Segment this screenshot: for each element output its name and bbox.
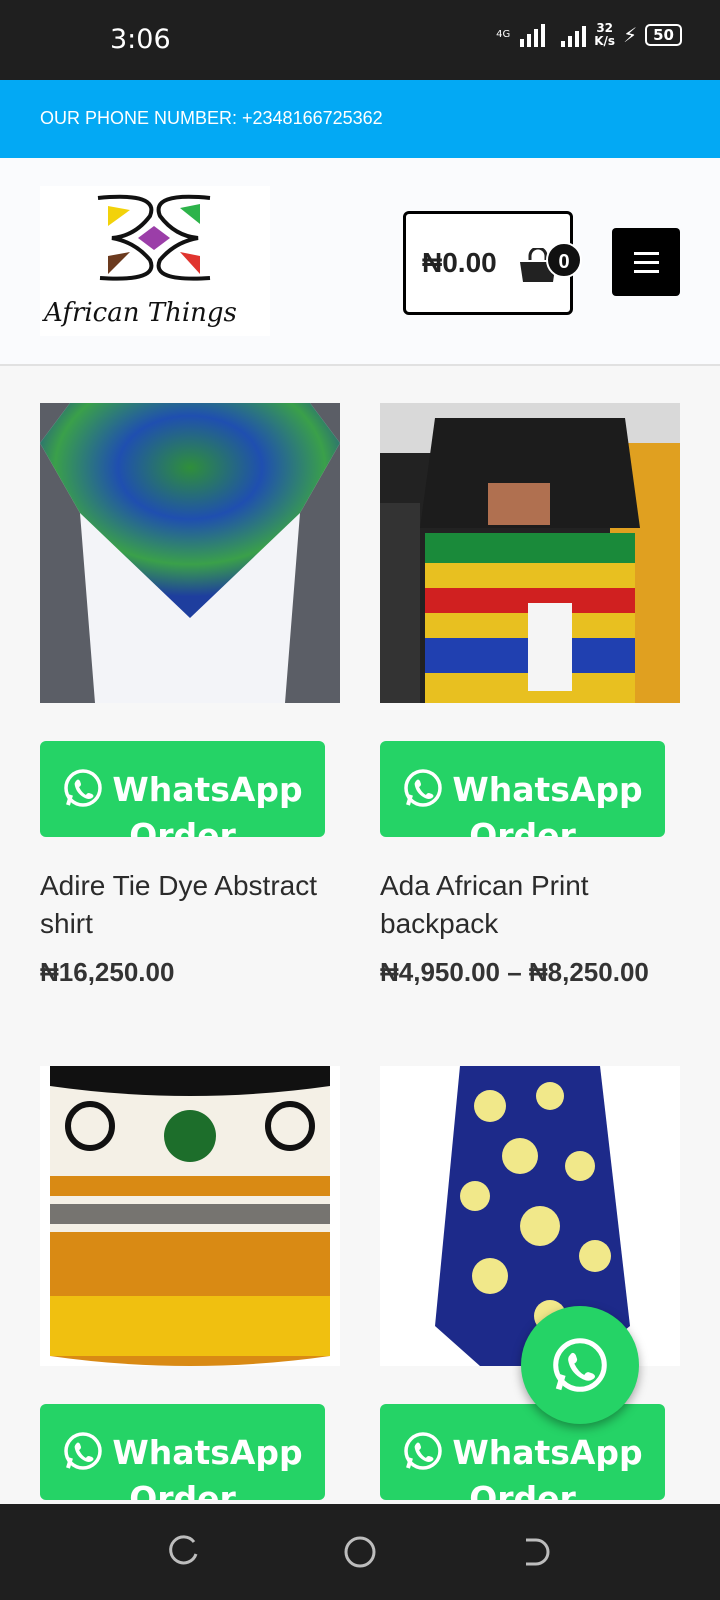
home-icon[interactable] [342,1534,378,1570]
status-icons: 4G 32 K/s ⚡ 50 [496,22,682,48]
network-type: 4G [496,29,511,40]
logo-emblem [97,194,211,281]
phone-bar: OUR PHONE NUMBER: +2348166725362 [0,80,720,158]
whatsapp-icon [64,768,103,807]
product-card: WhatsApp Order [40,1066,340,1500]
phone-number-text[interactable]: OUR PHONE NUMBER: +2348166725362 [40,108,383,129]
hamburger-menu-icon [634,252,659,255]
product-title[interactable]: Ada African Print backpack [380,867,680,943]
back-icon[interactable] [518,1534,554,1570]
signal-icon [520,23,546,47]
product-image-tie-dye-shirt[interactable] [40,403,340,703]
signal-2-icon [561,23,587,47]
product-card: WhatsApp Order [380,1066,680,1500]
cart-amount: ₦0.00 [422,247,497,278]
system-nav-bar [0,1504,720,1600]
battery-level: 50 [645,24,682,46]
cart-button[interactable]: ₦0.00 0 [403,211,582,315]
product-image-print-backpack[interactable] [40,1066,340,1366]
whatsapp-order-button[interactable]: WhatsApp Order [40,741,325,837]
cart-count-badge: 0 [546,242,582,278]
logo-text: African Things [44,298,237,328]
product-title[interactable]: Adire Tie Dye Abstract shirt [40,867,340,943]
status-time: 3:06 [110,24,171,55]
menu-button[interactable] [612,228,680,296]
product-image-tie-dye-scarf[interactable] [380,1066,680,1366]
product-image-backpack[interactable] [380,403,680,703]
product-card: WhatsApp Order Adire Tie Dye Abstract sh… [40,403,340,988]
site-header: African Things ₦0.00 0 [0,158,720,366]
whatsapp-icon [64,1431,103,1470]
recent-apps-icon[interactable] [166,1534,202,1570]
network-speed: 32 K/s [594,21,616,48]
product-price: ₦16,250.00 [40,957,175,987]
charging-icon: ⚡ [623,23,638,47]
product-price: ₦4,950.00 – ₦8,250.00 [380,957,649,987]
whatsapp-icon [404,1431,443,1470]
product-card: WhatsApp Order Ada African Print backpac… [380,403,680,988]
whatsapp-order-button[interactable]: WhatsApp Order [40,1404,325,1500]
whatsapp-chat-fab[interactable] [521,1306,639,1424]
whatsapp-icon [553,1338,607,1392]
whatsapp-icon [404,768,443,807]
whatsapp-order-button[interactable]: WhatsApp Order [380,741,665,837]
status-bar: 3:06 4G 32 K/s ⚡ 50 [0,0,720,80]
site-logo[interactable]: African Things [40,186,270,336]
whatsapp-order-button[interactable]: WhatsApp Order [380,1404,665,1500]
